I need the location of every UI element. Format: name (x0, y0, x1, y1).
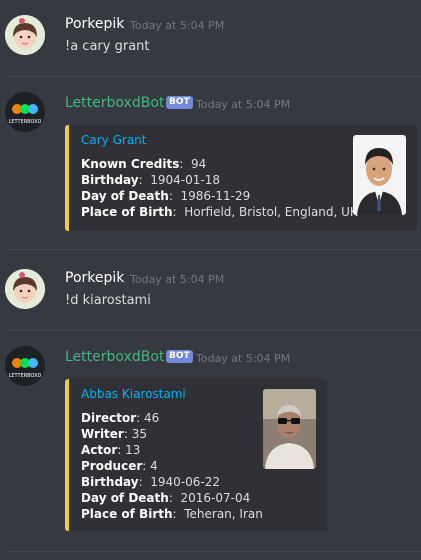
field-label: Actor (81, 443, 118, 457)
embed-field: Place of Birth: Teheran, Iran (81, 507, 263, 521)
bot-tag: BOT (166, 350, 193, 363)
field-label: Day of Death (81, 189, 169, 203)
bot-avatar[interactable]: LETTERBOXD (5, 92, 45, 132)
field-separator: : (136, 411, 145, 425)
field-label: Birthday (81, 173, 139, 187)
field-value: 46 (144, 411, 160, 425)
field-separator: : (168, 491, 181, 505)
user-avatar[interactable] (5, 15, 45, 55)
embed-field: Actor: 13 (81, 443, 140, 457)
field-value: 94 (191, 157, 207, 171)
field-label: Place of Birth (81, 507, 173, 521)
field-separator: : (138, 475, 151, 489)
embed-title[interactable]: Cary Grant (81, 133, 146, 147)
embed-title[interactable]: Abbas Kiarostami (81, 387, 186, 401)
embed-field: Day of Death: 1986-11-29 (81, 189, 250, 203)
embed-field: Day of Death: 2016-07-04 (81, 491, 250, 505)
author-name[interactable]: LetterboxdBot (65, 349, 164, 365)
field-separator: : (138, 173, 151, 187)
field-separator: : (142, 459, 151, 473)
field-label: Place of Birth (81, 205, 173, 219)
message-timestamp: Today at 5:04 PM (196, 352, 291, 365)
embed-field: Place of Birth: Horfield, Bristol, Engla… (81, 205, 358, 219)
field-label: Director (81, 411, 137, 425)
embed-field: Producer: 4 (81, 459, 158, 473)
message-text: !a cary grant (65, 39, 150, 54)
field-value: 13 (125, 443, 141, 457)
message-user-2: Porkepik Today at 5:04 PM !d kiarostami (0, 250, 421, 330)
embed-card: Abbas Kiarostami Director: 46 Writer: 35… (65, 379, 327, 531)
field-value: 4 (150, 459, 158, 473)
embed-field: Birthday: 1940-06-22 (81, 475, 220, 489)
embed-thumbnail[interactable] (263, 389, 316, 469)
field-value: 1986-11-29 (180, 189, 251, 203)
message-timestamp: Today at 5:04 PM (130, 19, 225, 32)
message-divider (5, 551, 421, 552)
message-bot-1: LETTERBOXD LetterboxdBot BOT Today at 5:… (0, 77, 421, 249)
field-separator: : (172, 205, 185, 219)
field-label: Producer (81, 459, 143, 473)
field-separator: : (172, 507, 185, 521)
field-value: 1940-06-22 (150, 475, 221, 489)
bot-tag: BOT (166, 96, 193, 109)
field-label: Birthday (81, 475, 139, 489)
field-value: 35 (131, 427, 147, 441)
avatar-wordmark: LETTERBOXD (9, 373, 42, 379)
embed-card: Cary Grant Known Credits: 94 Birthday: 1… (65, 125, 417, 231)
field-separator: : (179, 157, 192, 171)
embed-field: Writer: 35 (81, 427, 147, 441)
author-name[interactable]: LetterboxdBot (65, 95, 164, 111)
field-value: 1904-01-18 (150, 173, 221, 187)
embed-field: Birthday: 1904-01-18 (81, 173, 220, 187)
author-name[interactable]: Porkepik (65, 270, 124, 286)
embed-field: Director: 46 (81, 411, 159, 425)
message-user-1: Porkepik Today at 5:04 PM !a cary grant (0, 0, 421, 76)
field-separator: : (123, 427, 132, 441)
message-timestamp: Today at 5:04 PM (196, 98, 291, 111)
message-bot-2: LETTERBOXD LetterboxdBot BOT Today at 5:… (0, 331, 421, 551)
field-label: Known Credits (81, 157, 180, 171)
embed-thumbnail[interactable] (353, 135, 406, 215)
avatar-wordmark: LETTERBOXD (9, 119, 42, 125)
field-value: 2016-07-04 (180, 491, 251, 505)
field-label: Writer (81, 427, 124, 441)
bot-avatar[interactable]: LETTERBOXD (5, 346, 45, 386)
embed-field: Known Credits: 94 (81, 157, 206, 171)
field-value: Teheran, Iran (184, 507, 263, 521)
message-text: !d kiarostami (65, 293, 151, 308)
field-value: Horfield, Bristol, England, UK (184, 205, 358, 219)
user-avatar[interactable] (5, 269, 45, 309)
field-separator: : (117, 443, 126, 457)
author-name[interactable]: Porkepik (65, 16, 124, 32)
field-separator: : (168, 189, 181, 203)
field-label: Day of Death (81, 491, 169, 505)
message-timestamp: Today at 5:04 PM (130, 273, 225, 286)
